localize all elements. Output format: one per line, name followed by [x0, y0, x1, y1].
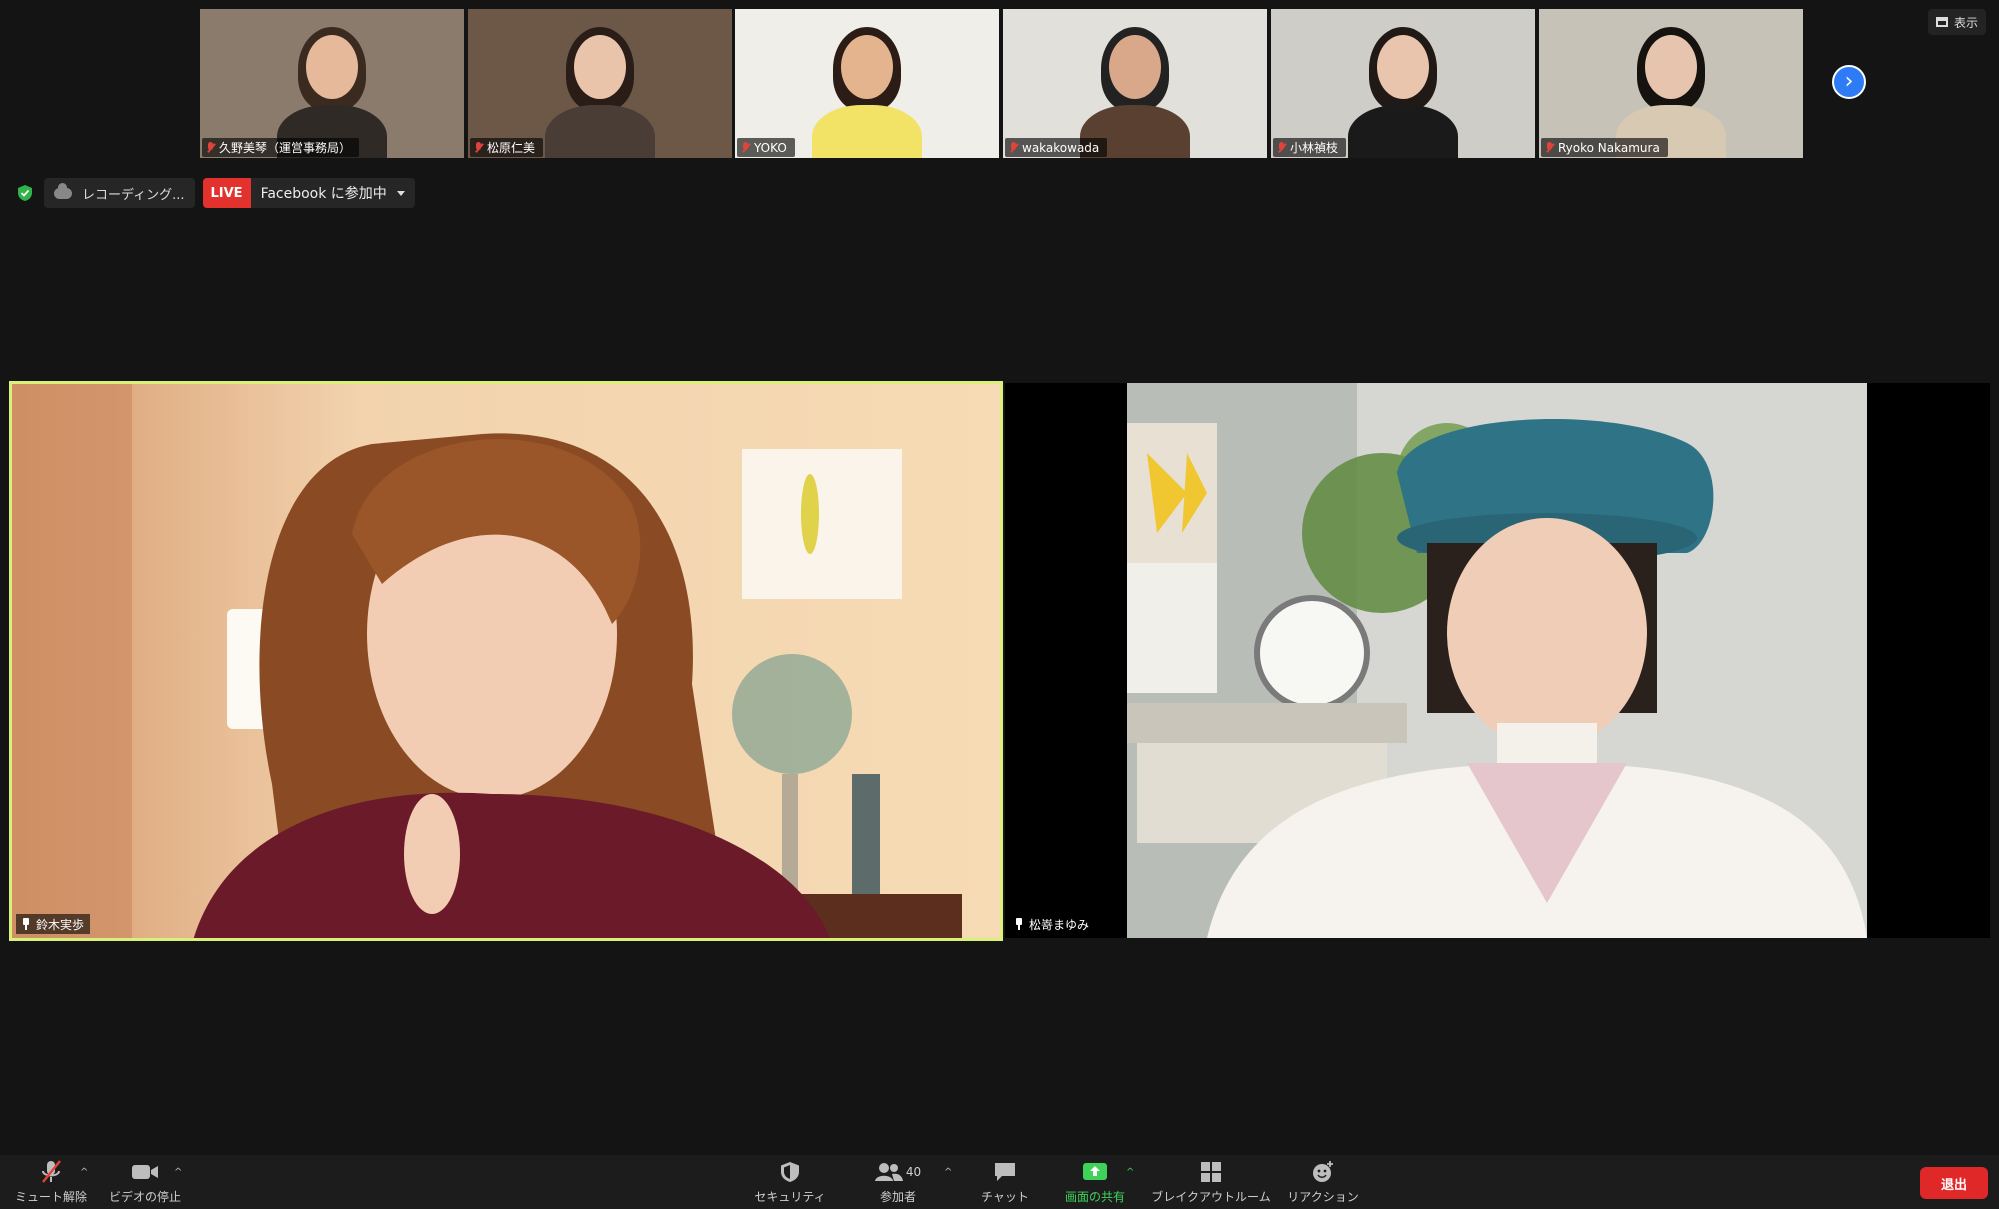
security-button[interactable]: セキュリティ [735, 1159, 845, 1205]
participant-video-right[interactable]: 松嵜まゆみ [1005, 383, 1990, 938]
participant-figure [807, 9, 927, 158]
reaction-smiley-icon [1311, 1159, 1335, 1185]
participant-thumbnail[interactable]: 小林禎枝 [1271, 9, 1535, 158]
microphone-muted-icon [40, 1159, 62, 1185]
participant-thumbnail[interactable]: YOKO [735, 9, 999, 158]
view-button-label: 表示 [1954, 15, 1979, 30]
video-label: ビデオの停止 [108, 1190, 181, 1204]
caret-down-icon [396, 190, 405, 196]
leave-meeting-button[interactable]: 退出 [1920, 1167, 1988, 1199]
breakout-rooms-button[interactable]: ブレイクアウトルーム [1151, 1159, 1271, 1205]
security-shield-icon [780, 1159, 800, 1185]
participants-icon: 40 [874, 1159, 922, 1185]
thumbnail-name-tag: 松原仁美 [470, 138, 544, 157]
muted-microphone-icon [206, 141, 215, 154]
video-options-caret[interactable]: ^ [174, 1167, 184, 1178]
thumbnail-name-tag: 久野美琴（運営事務局） [202, 138, 360, 157]
active-speaker-video[interactable]: 鈴木実歩 [9, 381, 1003, 941]
live-stream-indicator[interactable]: LIVE Facebook に参加中 [202, 178, 415, 208]
speaker-name: 鈴木実歩 [36, 917, 85, 932]
participant-thumbnail[interactable]: 松原仁美 [468, 9, 732, 158]
participant-figure [1343, 9, 1463, 158]
participant-name: Ryoko Nakamura [1558, 140, 1660, 155]
thumbnail-name-tag: 小林禎枝 [1273, 138, 1347, 157]
cloud-recording-indicator[interactable]: レコーディング... [44, 178, 195, 208]
muted-microphone-icon [1545, 141, 1554, 154]
pin-icon [1013, 918, 1025, 930]
participant-name: 久野美琴（運営事務局） [219, 141, 352, 155]
participants-label: 参加者 [879, 1190, 916, 1204]
muted-microphone-icon [1277, 141, 1286, 154]
mute-label: ミュート解除 [14, 1190, 87, 1204]
live-stream-label: Facebook に参加中 [260, 186, 387, 202]
stop-video-button[interactable]: ビデオの停止 [90, 1159, 200, 1205]
participant-figure [540, 9, 660, 158]
security-label: セキュリティ [754, 1190, 826, 1204]
pin-icon [20, 918, 32, 930]
view-button[interactable]: 表示 [1928, 9, 1987, 35]
grid-icon [1936, 17, 1948, 27]
participant-name: 松原仁美 [487, 141, 536, 155]
share-options-caret[interactable]: ^ [1126, 1167, 1136, 1178]
muted-microphone-icon [741, 141, 750, 154]
participant-name: wakakowada [1022, 140, 1100, 155]
breakout-label: ブレイクアウトルーム [1151, 1190, 1271, 1204]
meeting-status-row: レコーディング... LIVE Facebook に参加中 [14, 178, 415, 208]
reaction-label: リアクション [1287, 1190, 1359, 1204]
share-screen-icon [1082, 1159, 1108, 1185]
chat-label: チャット [981, 1190, 1029, 1204]
breakout-rooms-icon [1200, 1159, 1222, 1185]
thumbnail-name-tag: Ryoko Nakamura [1541, 138, 1668, 157]
next-page-button[interactable]: › [1832, 65, 1866, 99]
participant-figure [1611, 9, 1731, 158]
cloud-icon [54, 182, 72, 199]
participant-name: 小林禎枝 [1290, 141, 1339, 155]
participant-figure [1075, 9, 1195, 158]
participant-name-tag: 松嵜まゆみ [1009, 914, 1096, 934]
thumbnail-name-tag: YOKO [737, 138, 795, 157]
speaker-name-tag: 鈴木実歩 [16, 914, 91, 934]
reactions-button[interactable]: リアクション [1268, 1159, 1378, 1205]
chat-bubble-icon [993, 1159, 1017, 1185]
participant-thumbnail[interactable]: wakakowada [1003, 9, 1267, 158]
muted-microphone-icon [474, 141, 483, 154]
share-screen-button[interactable]: 画面の共有 [1040, 1159, 1150, 1205]
participant-thumbnail[interactable]: 久野美琴（運営事務局） [200, 9, 464, 158]
muted-microphone-icon [1009, 141, 1018, 154]
audio-options-caret[interactable]: ^ [80, 1167, 90, 1178]
participant-name: 松嵜まゆみ [1029, 917, 1090, 932]
participant-thumbnail[interactable]: Ryoko Nakamura [1539, 9, 1803, 158]
video-frame-right [1127, 383, 1867, 938]
participants-count: 40 [905, 1165, 922, 1179]
participants-button[interactable]: 40 参加者 [843, 1159, 953, 1205]
live-badge: LIVE [202, 178, 251, 208]
participant-figure [272, 9, 392, 158]
encryption-shield-icon[interactable] [14, 182, 36, 204]
video-frame-left [12, 384, 1000, 938]
recording-label: レコーディング... [82, 187, 185, 203]
meeting-toolbar: ミュート解除 ^ ビデオの停止 ^ セキュリティ 40 参加者 ^ チャット 画… [0, 1155, 1999, 1209]
thumbnail-name-tag: wakakowada [1005, 138, 1108, 157]
participant-name: YOKO [754, 140, 787, 155]
chevron-right-icon: › [1844, 69, 1854, 94]
video-camera-icon [131, 1159, 159, 1185]
share-label: 画面の共有 [1064, 1190, 1125, 1204]
